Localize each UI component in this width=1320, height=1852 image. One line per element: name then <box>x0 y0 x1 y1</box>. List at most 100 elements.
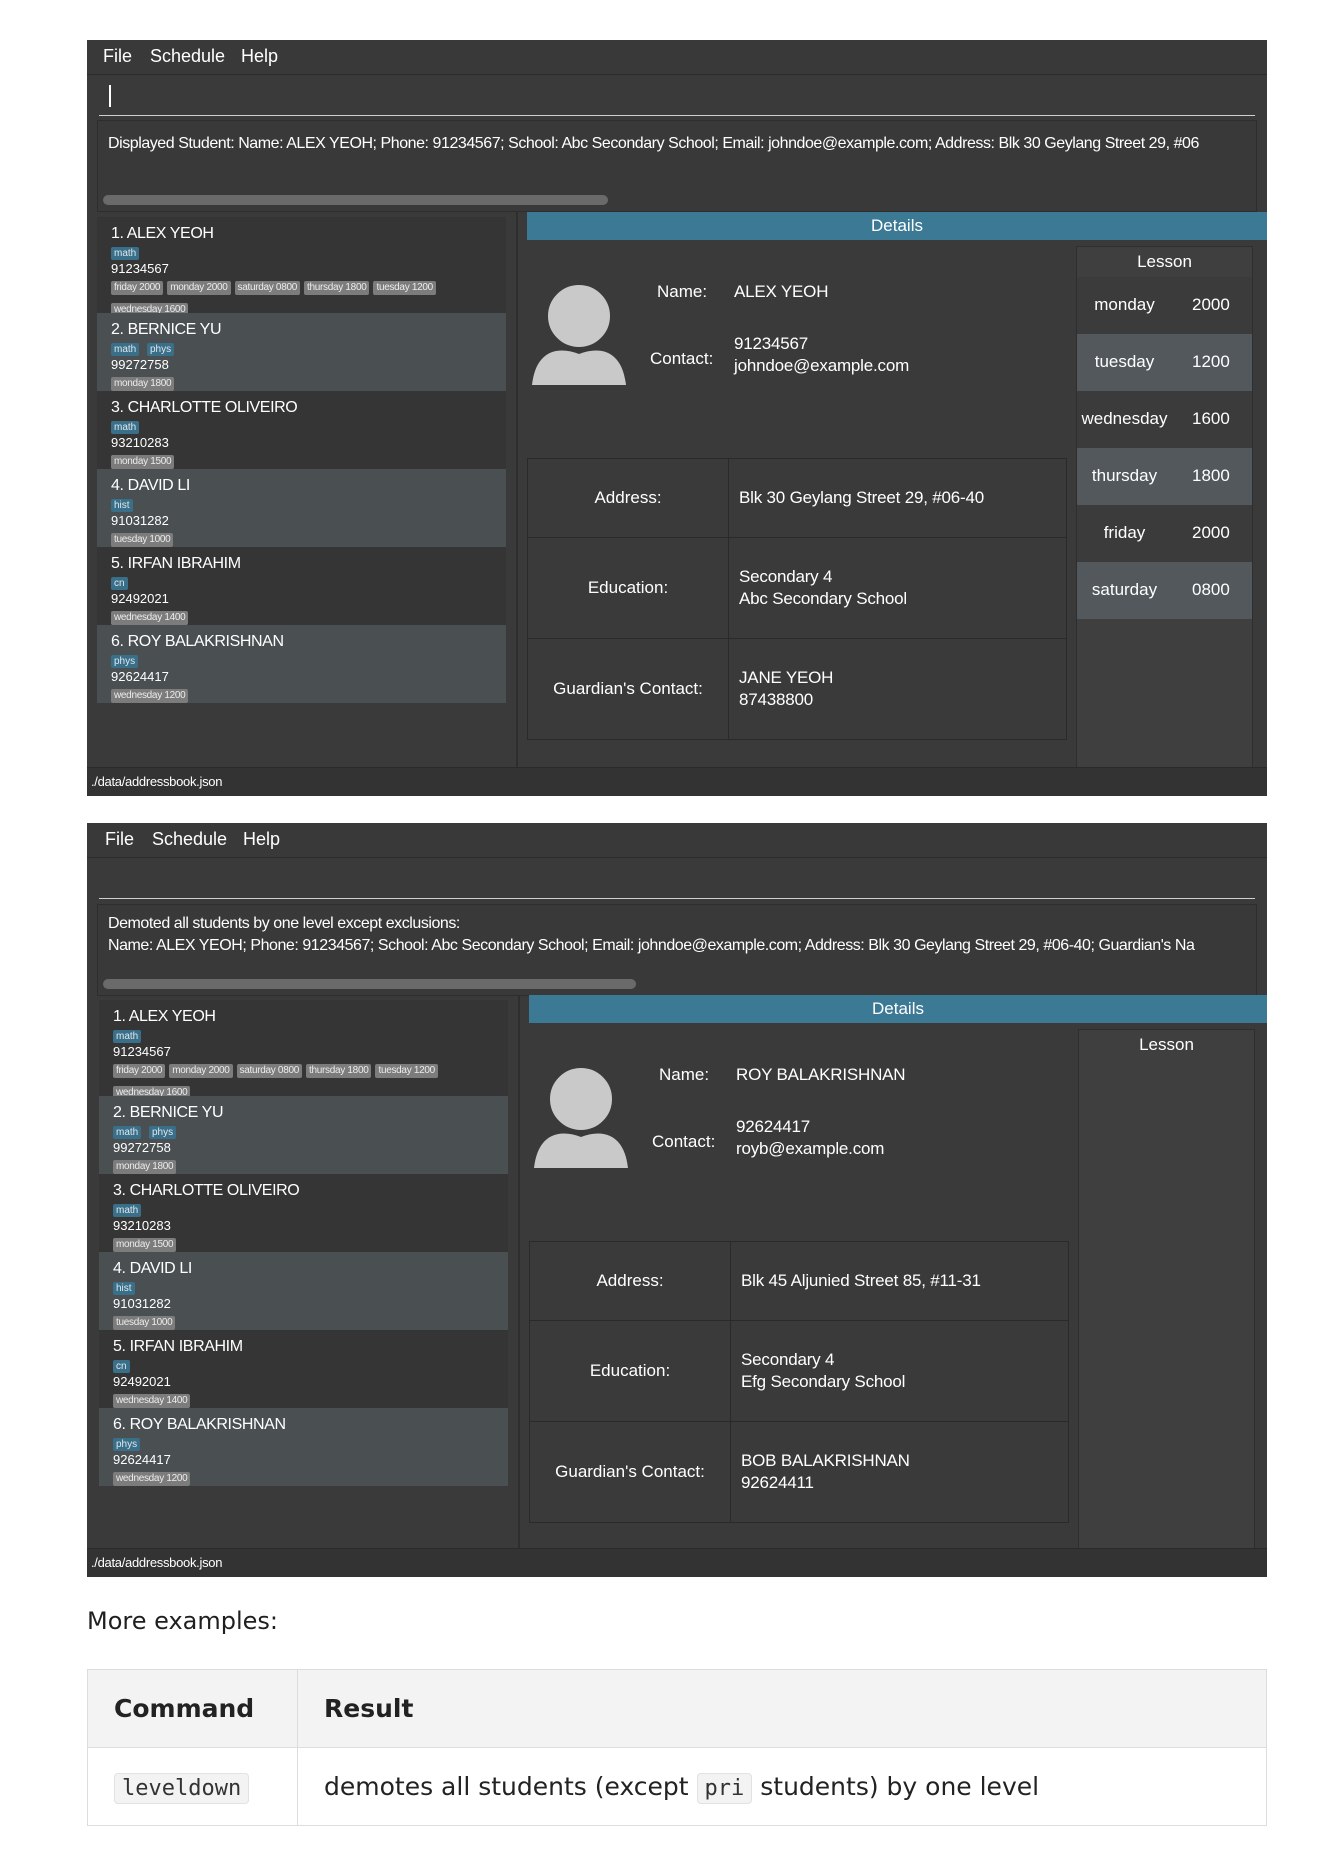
avatar-icon <box>530 1053 632 1168</box>
lesson-tag: tuesday 1000 <box>113 1316 176 1330</box>
command-code: leveldown <box>114 1773 250 1804</box>
guardian-value: JANE YEOH 87438800 <box>728 638 1067 740</box>
status-file-path: ./data/addressbook.json <box>91 774 223 789</box>
student-phone: 92492021 <box>111 591 169 606</box>
address-label: Address: <box>527 458 729 538</box>
student-phone: 92492021 <box>113 1374 171 1389</box>
list-item[interactable]: 1. ALEX YEOH math 91234567 friday 2000 mo… <box>99 1000 508 1100</box>
menu-file[interactable]: File <box>105 829 134 850</box>
list-item[interactable]: 6. ROY BALAKRISHNAN phys 92624417 wednes… <box>97 625 506 703</box>
guardian-name: BOB BALAKRISHNAN <box>741 1451 910 1470</box>
list-item[interactable]: 4. DAVID LI hist 91031282 tuesday 1000 <box>99 1252 508 1330</box>
list-item[interactable]: 2. BERNICE YU math phys 99272758 monday … <box>97 313 506 391</box>
panel-divider[interactable] <box>516 212 518 770</box>
lesson-row: monday 2000 <box>1077 277 1252 334</box>
subject-tag: math <box>113 1126 142 1139</box>
phone-value: 91234567 <box>734 334 809 353</box>
phone-value: 92624417 <box>736 1117 811 1136</box>
student-list[interactable]: 1. ALEX YEOH math 91234567 friday 2000 mo… <box>99 1000 508 1486</box>
lesson-day: tuesday <box>1094 352 1155 371</box>
name-label: Name: <box>659 1065 710 1084</box>
student-name-value: ALEX YEOH <box>734 282 829 301</box>
contact-label: Contact: <box>652 1132 716 1151</box>
guardian-label: Guardian's Contact: <box>527 638 729 740</box>
lesson-tag: wednesday 1400 <box>113 1394 191 1408</box>
subject-tag: math <box>111 343 140 356</box>
student-phone: 91031282 <box>111 513 169 528</box>
lesson-tag: friday 2000 <box>111 281 164 295</box>
address-value: Blk 45 Aljunied Street 85, #11-31 <box>730 1241 1069 1321</box>
student-phone: 91234567 <box>111 261 169 276</box>
status-bar: ./data/addressbook.json <box>87 1548 1267 1577</box>
lesson-tag: tuesday 1200 <box>373 281 436 295</box>
list-item[interactable]: 6. ROY BALAKRISHNAN phys 92624417 wednes… <box>99 1408 508 1486</box>
student-name-value: ROY BALAKRISHNAN <box>736 1065 906 1084</box>
address-label: Address: <box>529 1241 731 1321</box>
list-item[interactable]: 2. BERNICE YU math phys 99272758 monday … <box>99 1096 508 1174</box>
menu-help[interactable]: Help <box>243 829 280 850</box>
result-code: pri <box>696 1773 753 1804</box>
lesson-day: wednesday <box>1081 409 1168 428</box>
education-label: Education: <box>529 1320 731 1422</box>
result-text: Displayed Student: Name: ALEX YEOH; Phon… <box>108 135 1199 152</box>
lesson-tag: saturday 0800 <box>236 1064 302 1078</box>
lesson-day: saturday <box>1091 580 1158 599</box>
guardian-phone: 87438800 <box>739 690 814 709</box>
student-name: 6. ROY BALAKRISHNAN <box>113 1416 286 1433</box>
subject-tag: math <box>111 247 140 260</box>
email-value: johndoe@example.com <box>734 356 910 375</box>
table-row: leveldown demotes all students (except p… <box>87 1747 1267 1826</box>
command-cell: leveldown <box>87 1747 298 1826</box>
list-item[interactable]: 1. ALEX YEOH math 91234567 friday 2000 mo… <box>97 217 506 317</box>
list-item[interactable]: 5. IRFAN IBRAHIM cn 92492021 wednesday 1… <box>99 1330 508 1408</box>
subject-tag: math <box>113 1030 142 1043</box>
school-value: Efg Secondary School <box>741 1372 906 1391</box>
list-item[interactable]: 3. CHARLOTTE OLIVEIRO math 93210283 mond… <box>99 1174 508 1252</box>
lesson-panel: Lesson <box>1078 1029 1255 1551</box>
education-value: Secondary 4 Efg Secondary School <box>730 1320 1069 1422</box>
subject-tag: phys <box>111 655 139 668</box>
student-phone: 91031282 <box>113 1296 171 1311</box>
info-table: Address: Blk 30 Geylang Street 29, #06-4… <box>527 458 1067 740</box>
result-scrollbar[interactable] <box>103 979 636 989</box>
lesson-day: thursday <box>1091 466 1158 485</box>
address-value: Blk 30 Geylang Street 29, #06-40 <box>728 458 1067 538</box>
lesson-tags: wednesday 1200 <box>113 1468 498 1490</box>
email-value: royb@example.com <box>736 1139 885 1158</box>
lesson-time: 0800 <box>1192 580 1230 599</box>
student-name: 1. ALEX YEOH <box>111 225 214 242</box>
menu-schedule[interactable]: Schedule <box>150 46 225 67</box>
list-item[interactable]: 4. DAVID LI hist 91031282 tuesday 1000 <box>97 469 506 547</box>
lesson-row: wednesday 1600 <box>1077 391 1252 448</box>
result-text-after: students) by one level <box>752 1772 1040 1801</box>
status-bar: ./data/addressbook.json <box>87 767 1267 796</box>
app-window-2: File Schedule Help Demoted all students … <box>87 823 1267 1577</box>
lesson-time: 1600 <box>1192 409 1230 428</box>
lesson-tag: thursday 1800 <box>303 281 370 295</box>
list-item[interactable]: 5. IRFAN IBRAHIM cn 92492021 wednesday 1… <box>97 547 506 625</box>
education-label: Education: <box>527 537 729 639</box>
result-scrollbar[interactable] <box>103 195 608 205</box>
subject-tag: phys <box>113 1438 141 1451</box>
contact-label: Contact: <box>650 349 714 368</box>
menu-bar: File Schedule Help <box>87 40 1267 75</box>
menu-file[interactable]: File <box>103 46 132 67</box>
panel-divider[interactable] <box>518 995 520 1553</box>
command-input[interactable] <box>99 75 1255 116</box>
lesson-day: friday <box>1103 523 1146 542</box>
subject-tag: hist <box>113 1282 135 1295</box>
command-input[interactable] <box>99 858 1255 899</box>
list-item[interactable]: 3. CHARLOTTE OLIVEIRO math 93210283 mond… <box>97 391 506 469</box>
lesson-row: saturday 0800 <box>1077 562 1252 619</box>
student-name: 3. CHARLOTTE OLIVEIRO <box>111 399 298 416</box>
lesson-row: friday 2000 <box>1077 505 1252 562</box>
student-list[interactable]: 1. ALEX YEOH math 91234567 friday 2000 mo… <box>97 217 506 703</box>
lesson-title: Lesson <box>1137 252 1192 271</box>
menu-schedule[interactable]: Schedule <box>152 829 227 850</box>
details-header: Details <box>527 212 1267 240</box>
student-phone: 99272758 <box>113 1140 171 1155</box>
text-caret <box>109 85 111 107</box>
menu-help[interactable]: Help <box>241 46 278 67</box>
school-value: Abc Secondary School <box>739 589 907 608</box>
result-display: Displayed Student: Name: ALEX YEOH; Phon… <box>97 120 1257 212</box>
